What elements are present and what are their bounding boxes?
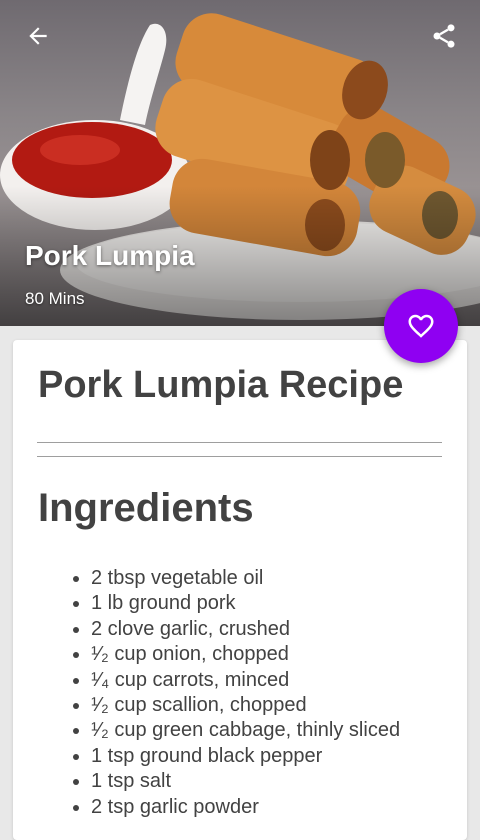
divider — [37, 442, 442, 443]
recipe-hero-image: Pork Lumpia 80 Mins — [0, 0, 480, 326]
back-button[interactable] — [20, 18, 56, 54]
ingredient-item: 1 tsp salt — [91, 769, 400, 794]
favorite-button[interactable] — [384, 289, 458, 363]
share-icon — [433, 24, 455, 48]
recipe-card: Pork Lumpia Recipe Ingredients 2 tbsp ve… — [13, 340, 467, 840]
ingredient-item: 1 tsp ground black pepper — [91, 744, 400, 769]
ingredients-list: 2 tbsp vegetable oil 1 lb ground pork 2 … — [38, 566, 400, 820]
ingredients-heading: Ingredients — [38, 486, 254, 530]
recipe-title: Pork Lumpia Recipe — [38, 364, 404, 406]
ingredient-item: ¹⁄₂ cup scallion, chopped — [91, 693, 400, 718]
ingredient-item: ¹⁄₂ cup onion, chopped — [91, 642, 400, 667]
cooking-time: 80 Mins — [25, 289, 85, 308]
hero-recipe-title: Pork Lumpia — [25, 240, 195, 271]
ingredient-item: ¹⁄₄ cup carrots, minced — [91, 668, 400, 693]
heart-outline-icon — [408, 314, 434, 338]
arrow-left-icon — [29, 27, 47, 45]
divider — [37, 456, 442, 457]
ingredient-item: 2 tbsp vegetable oil — [91, 566, 400, 591]
ingredient-item: 1 lb ground pork — [91, 591, 400, 616]
ingredient-item: 2 clove garlic, crushed — [91, 617, 400, 642]
share-button[interactable] — [426, 18, 462, 54]
ingredient-item: ¹⁄₂ cup green cabbage, thinly sliced — [91, 718, 400, 743]
ingredient-item: 2 tsp garlic powder — [91, 795, 400, 820]
